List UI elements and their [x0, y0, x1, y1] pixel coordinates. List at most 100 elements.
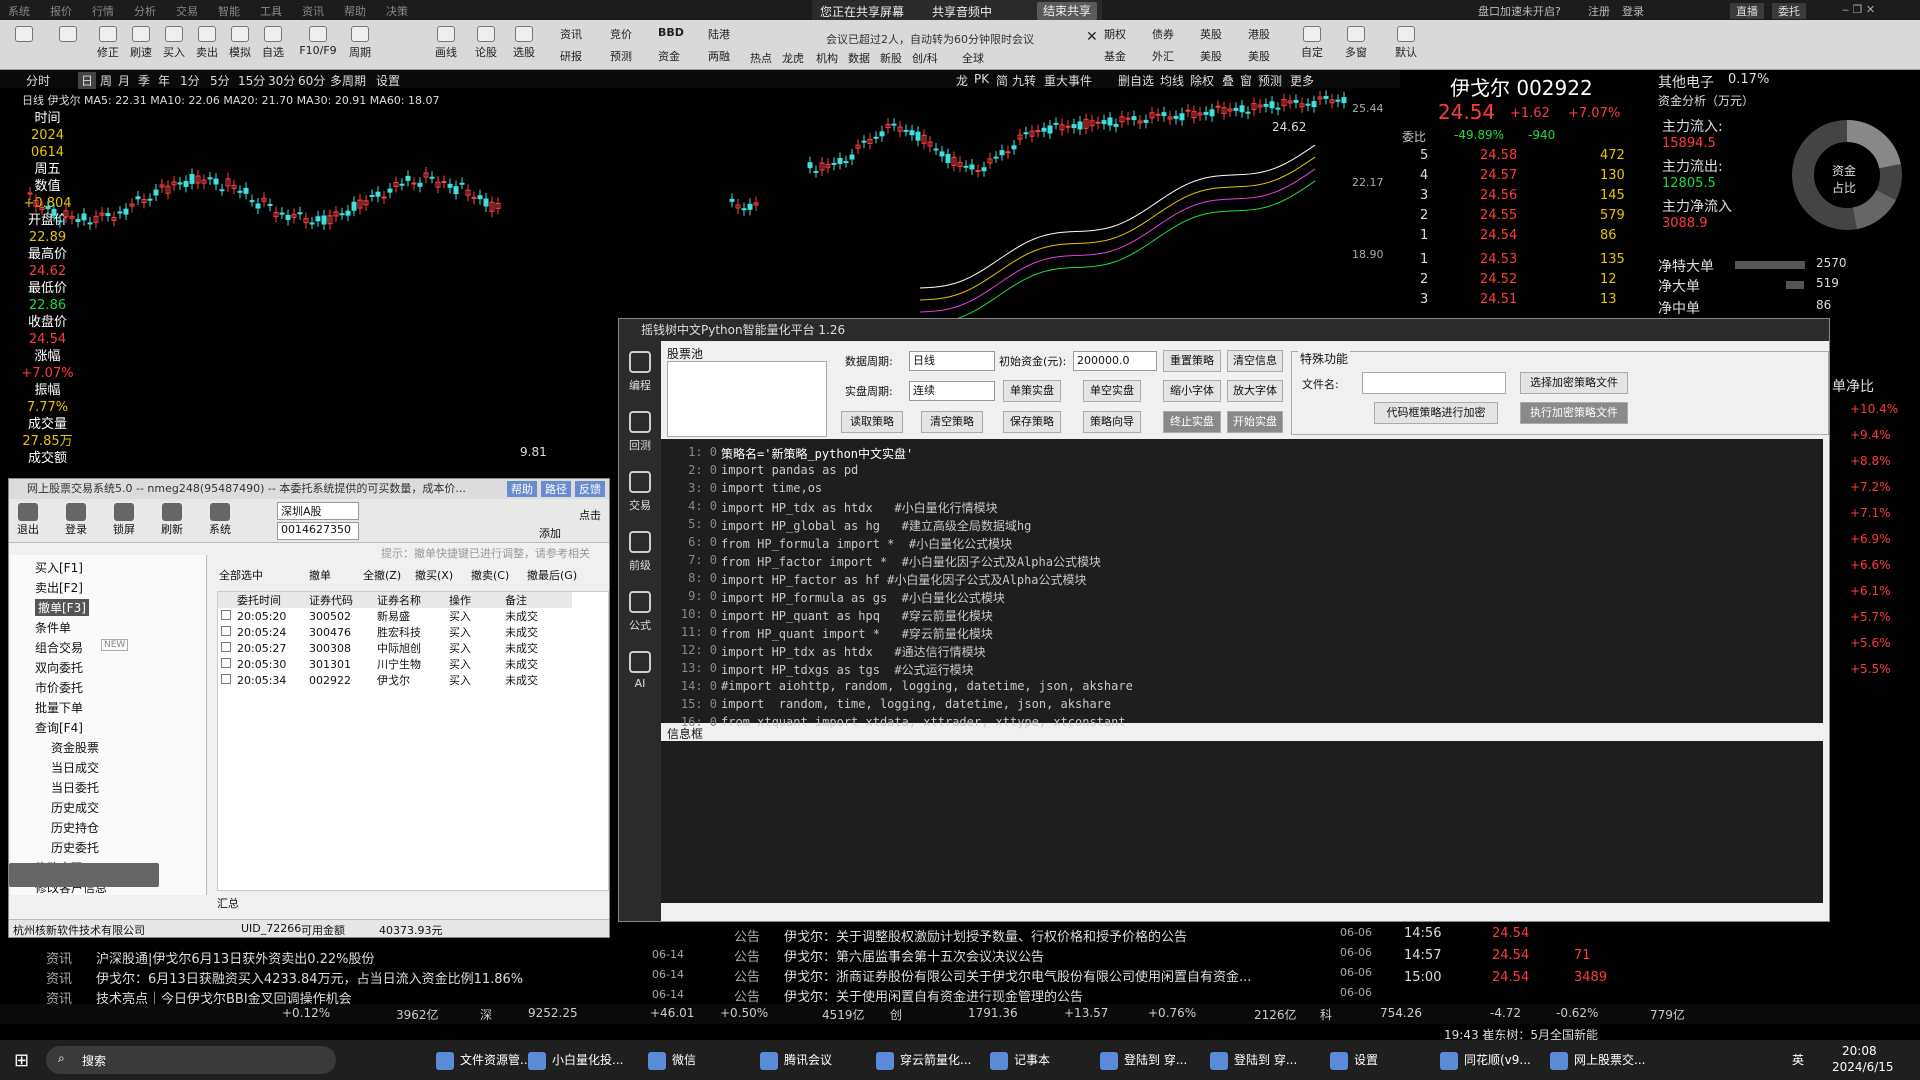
checkbox-header[interactable] [218, 592, 234, 608]
code-line[interactable]: import HP_quant as hpq #穿云箭量化模块 [721, 607, 993, 624]
quant-nav-item[interactable]: 公式 [621, 591, 659, 633]
column-header[interactable]: 证券名称 [374, 592, 446, 608]
trade-menu-item[interactable]: 资金股票 [51, 739, 99, 756]
market-select[interactable]: 深圳A股 [277, 502, 359, 520]
menu-market[interactable]: 行情 [92, 3, 114, 19]
row-checkbox[interactable] [218, 672, 234, 688]
buy-level[interactable]: 3 24.51 13 [1400, 292, 1650, 312]
audio-share-label[interactable]: 共享音频中 [932, 3, 992, 20]
toolbar-speed[interactable]: 刷速 [125, 26, 157, 60]
chart-tool-events[interactable]: 重大事件 [1044, 72, 1092, 89]
toolbar-default[interactable]: 默认 [1390, 26, 1422, 60]
quant-nav-item[interactable]: 回测 [621, 411, 659, 453]
trade-menu-item[interactable]: 卖出[F2] [35, 579, 83, 596]
trade-menu-item[interactable]: 撤单[F3] [35, 599, 89, 616]
trade-menu-item[interactable]: 当日委托 [51, 779, 99, 796]
quant-nav-item[interactable]: 编程 [621, 351, 659, 393]
table-row[interactable]: 20:05:34 002922 伊戈尔 买入 未成交 [218, 672, 572, 688]
tb-ipo[interactable]: 新股 [880, 50, 902, 66]
row-checkbox[interactable] [218, 608, 234, 624]
chart-tool-ma[interactable]: 均线 [1160, 72, 1184, 89]
menu-analysis[interactable]: 分析 [134, 3, 156, 19]
taskbar-app[interactable]: 记事本 [990, 1051, 1050, 1070]
tb-funds[interactable]: 基金 [1104, 48, 1126, 64]
feedback-button[interactable]: 反馈 [575, 481, 605, 497]
menu-tools[interactable]: 工具 [260, 3, 282, 19]
period-60min[interactable]: 60分 [298, 72, 325, 89]
taskbar-app[interactable]: 同花顺(v9... [1440, 1051, 1531, 1070]
buy-level[interactable]: 2 24.52 12 [1400, 272, 1650, 292]
notice-headline[interactable]: 伊戈尔：关于调整股权激励计划授予数量、行权价格和授予价格的公告 [784, 926, 1187, 945]
column-header[interactable]: 备注 [502, 592, 572, 608]
quant-nav-item[interactable]: 交易 [621, 471, 659, 513]
tb-options[interactable]: 期权 [1104, 26, 1126, 42]
shrink-font-button[interactable]: 缩小字体 [1163, 380, 1221, 402]
ime-indicator[interactable]: 英 [1792, 1051, 1804, 1068]
trade-menu-item[interactable]: 历史成交 [51, 799, 99, 816]
end-share-button[interactable]: 结束共享 [1037, 2, 1097, 20]
register-link[interactable]: 注册 [1588, 3, 1610, 19]
menu-help[interactable]: 帮助 [344, 3, 366, 19]
period-1min[interactable]: 1分 [180, 72, 200, 89]
row-checkbox[interactable] [218, 640, 234, 656]
toolbar-draw[interactable]: 画线 [430, 26, 462, 60]
sell-level[interactable]: 3 24.56 145 [1400, 188, 1650, 208]
tb-margin[interactable]: 两融 [708, 48, 730, 64]
stop-live-button[interactable]: 终止实盘 [1163, 411, 1221, 433]
tb-research[interactable]: 研报 [560, 48, 582, 64]
code-line[interactable]: import HP_formula as gs #小白量化公式模块 [721, 589, 1005, 606]
chart-tool-pk[interactable]: PK [974, 72, 989, 86]
account-select[interactable]: 0014627350 [277, 522, 359, 540]
entrust-button[interactable]: 委托 [1772, 3, 1806, 19]
tb-global[interactable]: 全球 [962, 50, 984, 66]
chart-tool-predict[interactable]: 预测 [1258, 72, 1282, 89]
real-period-select[interactable]: 连续 [909, 381, 995, 401]
tb-hk[interactable]: 港股 [1248, 26, 1270, 42]
row-checkbox[interactable] [218, 656, 234, 672]
toolbar-forum[interactable]: 论股 [470, 26, 502, 60]
init-fund-input[interactable]: 200000.0 [1073, 351, 1157, 371]
exit-button[interactable]: 退出 [17, 503, 39, 537]
start-live-button[interactable]: 开始实盘 [1227, 411, 1283, 433]
select-all-button[interactable]: 全部选中 [219, 567, 263, 583]
taskbar-app[interactable]: 小白量化投... [528, 1051, 623, 1070]
menu-decision[interactable]: 决策 [386, 3, 408, 19]
tb-fund[interactable]: 资金 [658, 48, 680, 64]
taskbar-app[interactable]: 设置 [1330, 1051, 1378, 1070]
tb-hk-connect[interactable]: 陆港 [708, 26, 730, 42]
code-line[interactable]: #import aiohttp, random, logging, dateti… [721, 679, 1133, 693]
quant-nav-item[interactable]: AI [621, 651, 659, 690]
toolbar-picker[interactable]: 选股 [508, 26, 540, 60]
trade-menu-item[interactable]: 批量下单 [35, 699, 83, 716]
table-row[interactable]: 20:05:24 300476 胜宏科技 买入 未成交 [218, 624, 572, 640]
period-month[interactable]: 月 [118, 72, 130, 89]
period-multi[interactable]: 多周期 [330, 72, 366, 89]
code-line[interactable]: from HP_factor import * #小白量化因子公式及Alpha公… [721, 553, 1101, 570]
notice-headline[interactable]: 伊戈尔：第六届监事会第十五次会议决议公告 [784, 946, 1044, 965]
kline-chart[interactable] [20, 88, 1400, 328]
sell-level[interactable]: 2 24.55 579 [1400, 208, 1650, 228]
code-line[interactable]: import HP_tdx as htdx #小白量化行情模块 [721, 499, 998, 516]
login-link[interactable]: 登录 [1622, 3, 1644, 19]
row-checkbox[interactable] [218, 624, 234, 640]
reset-strategy-button[interactable]: 重置策略 [1163, 350, 1221, 372]
tb-us[interactable]: 美股 [1200, 48, 1222, 64]
trade-menu-item[interactable]: 条件单 [35, 619, 71, 636]
tb-star[interactable]: 创/科 [912, 50, 938, 66]
tb-data[interactable]: 数据 [848, 50, 870, 66]
taskbar-app[interactable]: 穿云箭量化... [876, 1051, 971, 1070]
table-row[interactable]: 20:05:27 300308 中际旭创 买入 未成交 [218, 640, 572, 656]
toolbar-custom[interactable]: 自定 [1296, 26, 1328, 60]
system-button[interactable]: 系统 [209, 503, 231, 537]
code-editor[interactable]: 1: 0 策略名='新策略_python中文实盘' 2: 0 import panda… [661, 439, 1823, 729]
trade-menu-item[interactable]: 查询[F4] [35, 719, 83, 736]
chart-tool-overlay[interactable]: 叠 [1222, 72, 1234, 89]
code-line[interactable]: import HP_tdx as htdx #通达信行情模块 [721, 643, 986, 660]
tb-dragon[interactable]: 龙虎 [782, 50, 804, 66]
live-button[interactable]: 直播 [1730, 3, 1764, 19]
trade-menu-item[interactable]: 历史持仓 [51, 819, 99, 836]
lock-button[interactable]: 锁屏 [113, 503, 135, 537]
cancel-all-button[interactable]: 全撤(Z) [363, 567, 401, 583]
period-year[interactable]: 年 [158, 72, 170, 89]
run-encrypted-button[interactable]: 执行加密策略文件 [1520, 402, 1628, 424]
